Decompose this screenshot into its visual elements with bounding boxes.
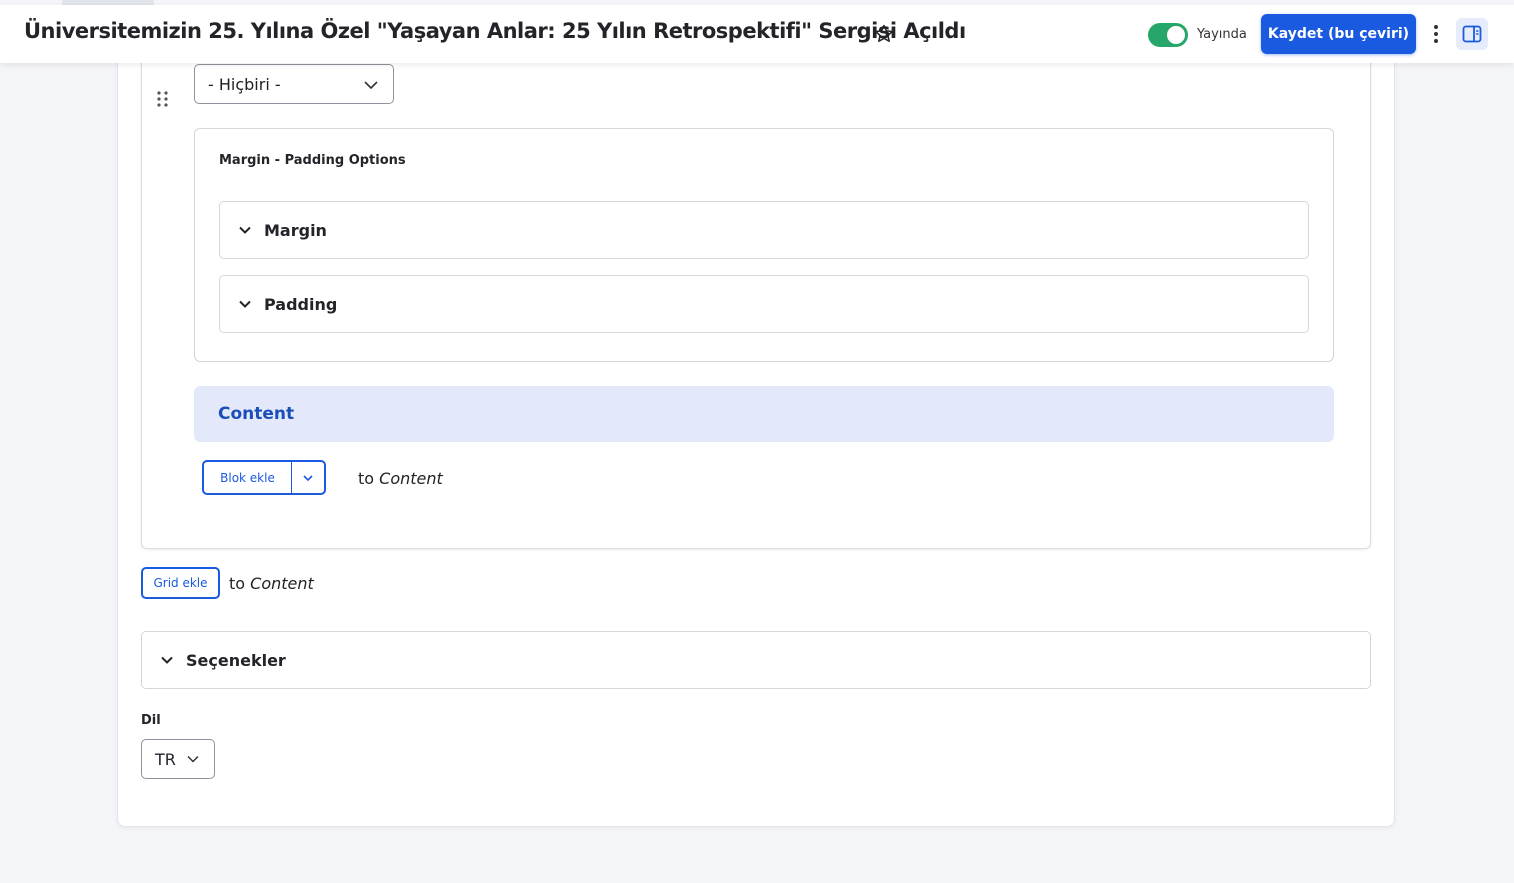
add-grid-to-prefix: to — [229, 574, 246, 593]
chevron-down-icon — [238, 296, 254, 312]
sidebar-toggle-button[interactable] — [1456, 18, 1488, 50]
chevron-down-icon — [238, 222, 254, 238]
options-accordion-label: Seçenekler — [186, 650, 286, 670]
padding-accordion[interactable]: Padding — [219, 275, 1309, 333]
language-select[interactable]: TR — [141, 739, 215, 779]
margin-accordion-label: Margin — [264, 220, 327, 240]
add-block-to-prefix: to — [358, 469, 375, 488]
add-grid-to-target: Content — [250, 574, 314, 593]
options-accordion[interactable]: Seçenekler — [141, 631, 1371, 689]
content-region-header: Content — [194, 386, 1334, 442]
chevron-down-icon — [160, 652, 176, 668]
publish-toggle[interactable] — [1148, 23, 1188, 47]
language-select-value: TR — [155, 749, 176, 769]
style-select-value: - Hiçbiri - — [208, 74, 281, 94]
toggle-knob — [1167, 26, 1185, 44]
style-select[interactable]: - Hiçbiri - — [194, 64, 394, 104]
page-title: Üniversitemizin 25. Yılına Özel "Yaşayan… — [24, 19, 966, 43]
chevron-down-icon — [187, 755, 199, 763]
margin-accordion[interactable]: Margin — [219, 201, 1309, 259]
add-grid-target: to Content — [229, 574, 314, 593]
add-block-target: to Content — [358, 469, 443, 488]
save-button[interactable]: Kaydet (bu çeviri) — [1261, 14, 1416, 54]
more-options-icon[interactable] — [1428, 23, 1444, 45]
add-block-to-target: Content — [379, 469, 443, 488]
editor-header: Üniversitemizin 25. Yılına Özel "Yaşayan… — [0, 5, 1514, 63]
padding-accordion-label: Padding — [264, 294, 338, 314]
margin-padding-title: Margin - Padding Options — [219, 153, 406, 168]
add-block-dropdown-toggle[interactable] — [292, 462, 324, 493]
add-block-button[interactable]: Blok ekle — [204, 462, 292, 493]
chevron-down-icon — [303, 474, 313, 481]
add-block-button-group: Blok ekle — [202, 460, 326, 495]
add-grid-button[interactable]: Grid ekle — [141, 567, 220, 599]
publish-toggle-label: Yayında — [1197, 27, 1247, 42]
sidebar-panel-icon — [1462, 25, 1482, 43]
chevron-down-icon — [364, 81, 378, 90]
language-label: Dil — [141, 713, 161, 728]
drag-handle-icon[interactable] — [156, 90, 170, 108]
star-icon[interactable] — [873, 23, 895, 45]
